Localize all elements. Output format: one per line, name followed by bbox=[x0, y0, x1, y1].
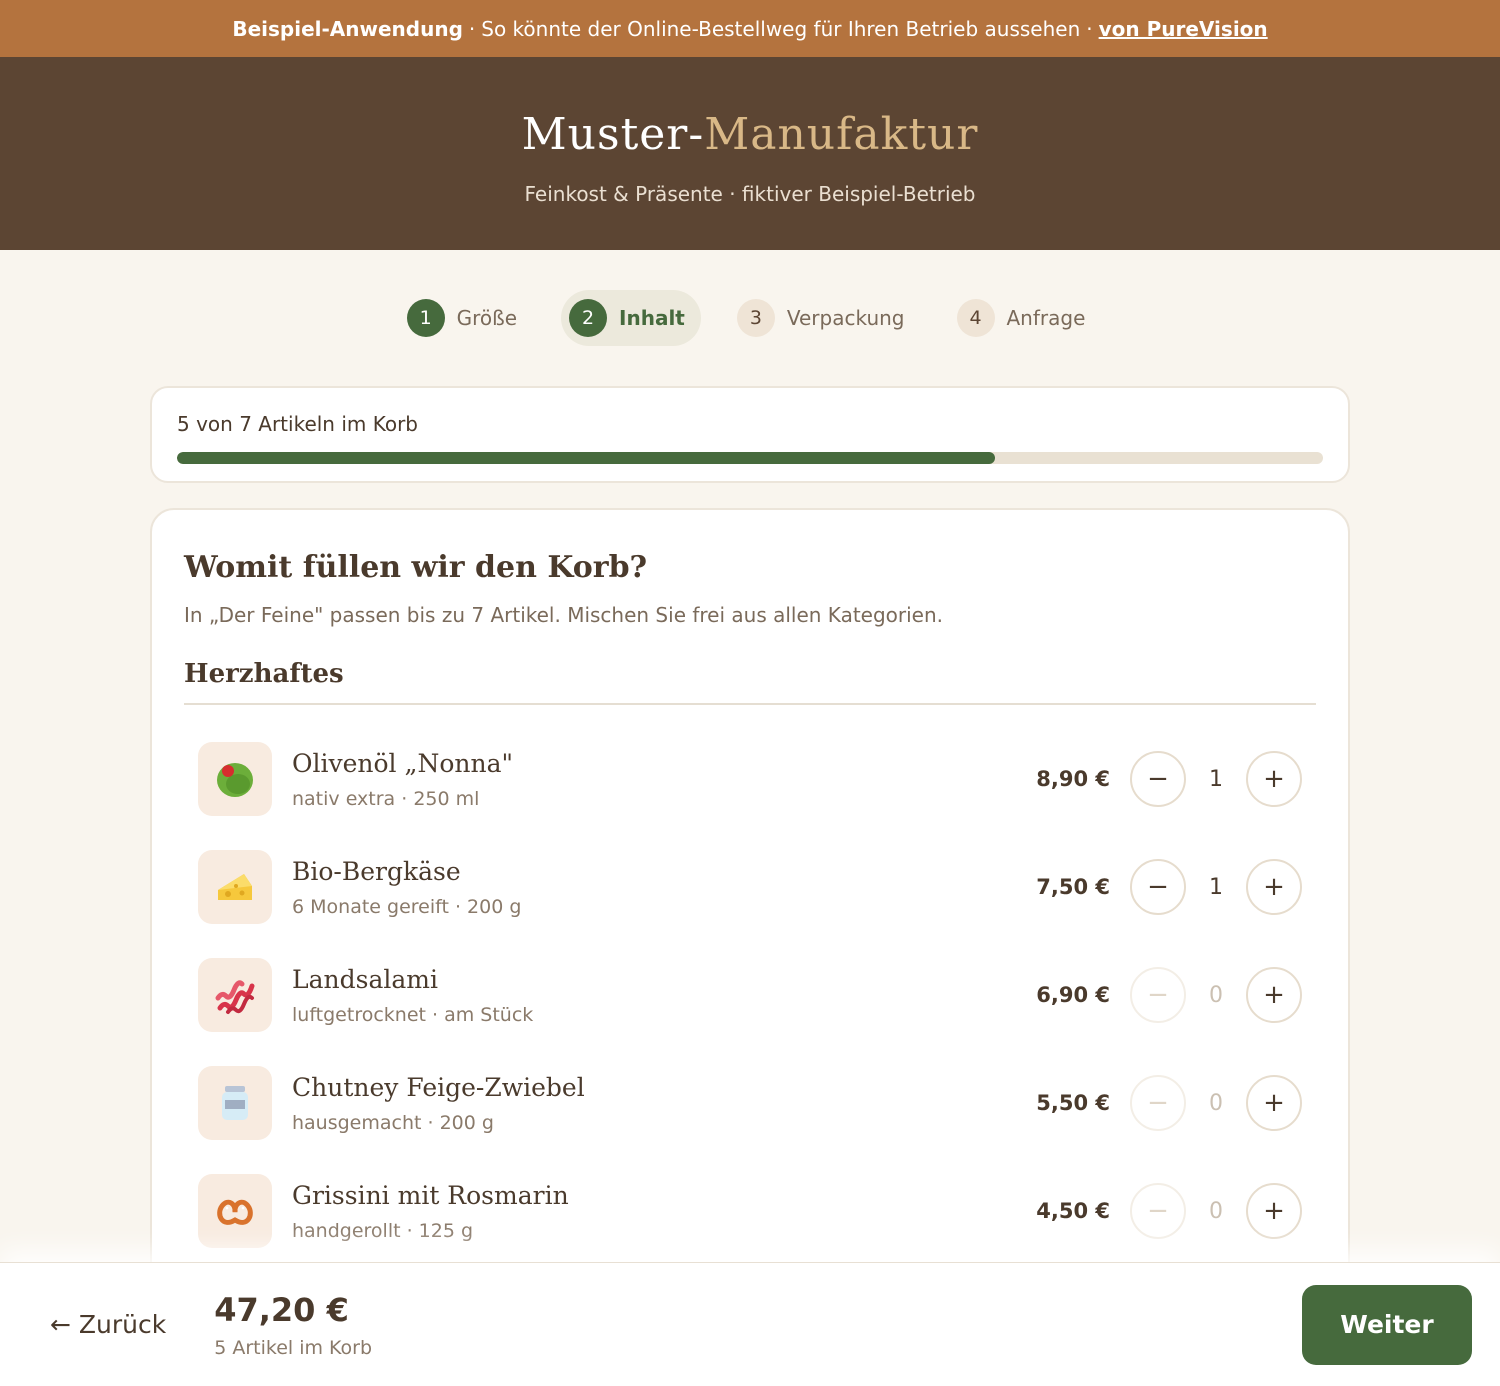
quantity-value: 1 bbox=[1209, 766, 1223, 792]
basket-progress-text: 5 von 7 Artikeln im Korb bbox=[177, 412, 419, 436]
product-name: Bio-Bergkäse bbox=[292, 856, 461, 886]
product-name: Chutney Feige-Zwiebel bbox=[292, 1072, 585, 1102]
product-price: 8,90 € bbox=[1036, 767, 1110, 791]
decrease-button[interactable]: − bbox=[1130, 1183, 1186, 1239]
product-name: Landsalami bbox=[292, 964, 438, 994]
product-price: 7,50 € bbox=[1036, 875, 1110, 899]
content-title: Womit füllen wir den Korb? bbox=[184, 550, 648, 585]
step-label: Inhalt bbox=[619, 306, 685, 330]
decrease-button[interactable]: − bbox=[1130, 751, 1186, 807]
product-name: Olivenöl „Nonna" bbox=[292, 748, 513, 778]
increase-button[interactable]: + bbox=[1246, 751, 1302, 807]
checkout-bar: ← Zurück 47,20 € 5 Artikel im Korb Weite… bbox=[0, 1262, 1500, 1386]
total-summary: 47,20 € 5 Artikel im Korb bbox=[214, 1291, 1302, 1359]
product-description: hausgemacht · 200 g bbox=[292, 1111, 494, 1134]
jar-icon bbox=[198, 1066, 272, 1140]
brand-part1: Muster- bbox=[521, 109, 705, 160]
product-list: Olivenöl „Nonna" nativ extra · 250 ml 8,… bbox=[184, 725, 1316, 1265]
product-description: handgerollt · 125 g bbox=[292, 1219, 474, 1242]
product-item: Chutney Feige-Zwiebel hausgemacht · 200 … bbox=[184, 1049, 1316, 1157]
quantity-value: 1 bbox=[1209, 874, 1223, 900]
decrease-button[interactable]: − bbox=[1130, 1075, 1186, 1131]
product-item: Olivenöl „Nonna" nativ extra · 250 ml 8,… bbox=[184, 725, 1316, 833]
increase-button[interactable]: + bbox=[1246, 1183, 1302, 1239]
next-button[interactable]: Weiter bbox=[1302, 1284, 1472, 1365]
product-price: 5,50 € bbox=[1036, 1091, 1110, 1115]
back-button[interactable]: ← Zurück bbox=[50, 1310, 166, 1339]
banner-separator: · bbox=[1086, 16, 1093, 41]
step-verpackung[interactable]: 3 Verpackung bbox=[729, 290, 921, 346]
brand-logo[interactable]: Muster-Manufaktur bbox=[0, 109, 1500, 160]
basket-progress-fill bbox=[177, 452, 996, 464]
increase-button[interactable]: + bbox=[1246, 967, 1302, 1023]
step-anfrage[interactable]: 4 Anfrage bbox=[949, 290, 1102, 346]
basket-count: 5 Artikel im Korb bbox=[214, 1336, 373, 1359]
brand-tagline: Feinkost & Präsente · fiktiver Beispiel-… bbox=[524, 182, 976, 206]
content-subtitle: In „Der Feine" passen bis zu 7 Artikel. … bbox=[184, 603, 944, 627]
banner-bold-label: Beispiel-Anwendung bbox=[232, 16, 463, 41]
increase-button[interactable]: + bbox=[1246, 1075, 1302, 1131]
brand-part2: Manufaktur bbox=[704, 109, 979, 160]
purevision-link[interactable]: von PureVision bbox=[1099, 17, 1268, 41]
banner-separator: · bbox=[468, 16, 476, 41]
product-item: Landsalami luftgetrocknet · am Stück 6,9… bbox=[184, 941, 1316, 1049]
product-description: luftgetrocknet · am Stück bbox=[292, 1003, 534, 1026]
category-title: Herzhaftes bbox=[184, 659, 1316, 705]
quantity-value: 0 bbox=[1209, 1090, 1223, 1116]
product-price: 4,50 € bbox=[1036, 1199, 1110, 1223]
site-header: Muster-Manufaktur Feinkost & Präsente · … bbox=[0, 57, 1500, 250]
basket-progress-bar bbox=[177, 452, 1323, 464]
step-label: Verpackung bbox=[786, 306, 905, 330]
step-number: 2 bbox=[569, 299, 608, 337]
step-indicator: 1 Größe 2 Inhalt 3 Verpackung 4 Anfrage bbox=[0, 290, 1500, 346]
increase-button[interactable]: + bbox=[1246, 859, 1302, 915]
step-label: Anfrage bbox=[1006, 306, 1086, 330]
quantity-value: 0 bbox=[1209, 1198, 1223, 1224]
bacon-icon bbox=[198, 958, 272, 1032]
basket-progress-card: 5 von 7 Artikeln im Korb bbox=[150, 386, 1350, 483]
step-label: Größe bbox=[456, 306, 518, 330]
product-item: Grissini mit Rosmarin handgerollt · 125 … bbox=[184, 1157, 1316, 1265]
decrease-button[interactable]: − bbox=[1130, 967, 1186, 1023]
pretzel-icon bbox=[198, 1174, 272, 1248]
step-groesse[interactable]: 1 Größe bbox=[399, 290, 533, 346]
banner-text: So könnte der Online-Bestellweg für Ihre… bbox=[481, 16, 1081, 41]
product-price: 6,90 € bbox=[1036, 983, 1110, 1007]
step-number: 1 bbox=[406, 299, 445, 337]
content-card: Womit füllen wir den Korb? In „Der Feine… bbox=[150, 508, 1350, 1386]
product-description: 6 Monate gereift · 200 g bbox=[292, 895, 522, 918]
product-description: nativ extra · 250 ml bbox=[292, 787, 480, 810]
cheese-icon bbox=[198, 850, 272, 924]
step-number: 3 bbox=[736, 299, 775, 337]
product-name: Grissini mit Rosmarin bbox=[292, 1180, 569, 1210]
step-inhalt[interactable]: 2 Inhalt bbox=[561, 290, 701, 346]
quantity-value: 0 bbox=[1209, 982, 1223, 1008]
product-item: Bio-Bergkäse 6 Monate gereift · 200 g 7,… bbox=[184, 833, 1316, 941]
total-price: 47,20 € bbox=[214, 1290, 349, 1329]
step-number: 4 bbox=[956, 299, 995, 337]
decrease-button[interactable]: − bbox=[1130, 859, 1186, 915]
olive-icon bbox=[198, 742, 272, 816]
demo-banner: Beispiel-Anwendung · So könnte der Onlin… bbox=[0, 0, 1500, 57]
